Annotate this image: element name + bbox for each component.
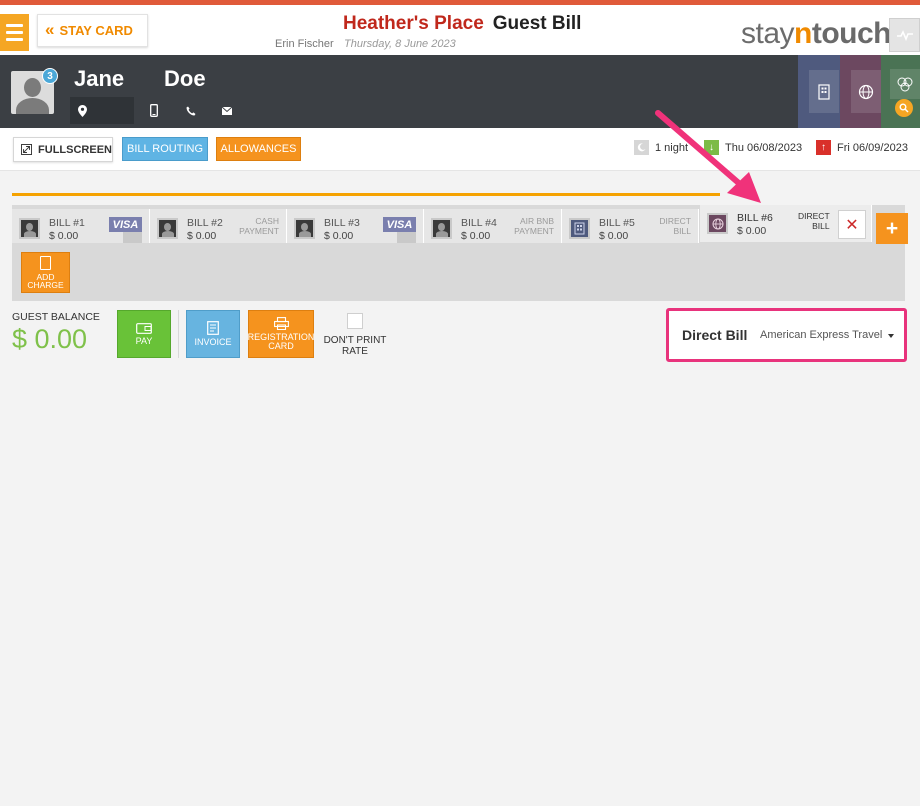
mobile-phone-icon[interactable]	[147, 104, 161, 118]
header: « STAY CARD Heather's Place Guest Bill Er…	[0, 5, 920, 55]
wallet-icon	[136, 323, 152, 334]
direct-bill-selector[interactable]: Direct Bill American Express Travel	[666, 308, 907, 362]
add-charge-button[interactable]: ADD CHARGE	[21, 252, 70, 293]
stay-card-label: STAY CARD	[59, 23, 133, 38]
arrival-info: ↓ Thu 06/08/2023	[704, 140, 802, 155]
page-title: Heather's Place Guest Bill	[343, 13, 581, 35]
globe-icon	[707, 213, 728, 234]
building-icon	[818, 83, 830, 100]
bill-tab-2[interactable]: BILL #2 $ 0.00 CASH PAYMENT	[150, 209, 287, 243]
expand-icon	[21, 144, 33, 155]
nights-info: 1 night	[634, 140, 688, 155]
guest-first-name: Jane	[74, 66, 125, 91]
payment-type: DIRECT BILL	[659, 216, 691, 236]
business-date: Thursday, 8 June 2023	[344, 38, 456, 50]
dont-print-rate-label: DON'T PRINT RATE	[323, 335, 387, 357]
direct-bill-account: American Express Travel	[760, 329, 883, 341]
side-tiles	[798, 55, 920, 128]
invoice-button[interactable]: INVOICE	[186, 310, 240, 358]
bill-tab-3[interactable]: BILL #3 $ 0.00 VISA	[287, 209, 424, 243]
direct-bill-label: Direct Bill	[682, 327, 748, 343]
nights-count: 1 night	[655, 141, 689, 154]
location-field[interactable]	[70, 97, 134, 124]
guest-count-badge: 3	[42, 68, 58, 84]
guest-last-name: Doe	[164, 66, 206, 91]
divider	[178, 310, 179, 358]
bill-toolbar: FULLSCREEN BILL ROUTING ALLOWANCES 1 nig…	[0, 128, 920, 171]
close-bill-button[interactable]: ✕	[838, 210, 866, 239]
printer-icon	[273, 317, 289, 330]
bill-tab-1[interactable]: BILL #1 $ 0.00 VISA	[12, 209, 150, 243]
departure-date: Fri 06/09/2023	[837, 141, 908, 154]
stayntouch-logo: stayntouch	[741, 17, 892, 50]
guest-avatar-icon	[431, 218, 452, 239]
guest-avatar-icon	[19, 218, 40, 239]
guest-bill-title: Guest Bill	[492, 13, 582, 34]
hotel-name: Heather's Place	[343, 13, 484, 34]
double-chevron-left-icon: «	[45, 19, 55, 39]
group-tile[interactable]	[881, 55, 920, 128]
guest-balance-label: GUEST BALANCE	[12, 311, 100, 323]
bill-tab-5[interactable]: BILL #5 $ 0.00 DIRECT BILL	[562, 209, 699, 243]
search-icon[interactable]	[895, 99, 913, 117]
bill-routing-button[interactable]: BILL ROUTING	[122, 137, 208, 161]
guest-avatar-icon	[157, 218, 178, 239]
fullscreen-button[interactable]: FULLSCREEN	[13, 137, 113, 162]
company-card-tile[interactable]	[798, 55, 840, 128]
registration-card-button[interactable]: REGISTRATION CARD	[248, 310, 314, 358]
allowances-button[interactable]: ALLOWANCES	[216, 137, 301, 161]
add-bill-button[interactable]: +	[876, 213, 908, 244]
pay-button[interactable]: PAY	[117, 310, 171, 358]
stay-card-button[interactable]: « STAY CARD	[37, 14, 148, 47]
guest-bar: 3 Jane Doe	[0, 55, 920, 128]
visa-card-icon: VISA	[109, 217, 142, 232]
calculator-icon	[40, 256, 51, 270]
hamburger-menu-icon[interactable]	[0, 14, 29, 51]
caret-down-icon	[888, 334, 894, 338]
bills-area: BILL #1 $ 0.00 VISA BILL #2 $ 0.00 CASH P…	[12, 205, 905, 301]
activity-icon[interactable]	[889, 18, 920, 52]
bill-tab-4[interactable]: BILL #4 $ 0.00 AIR BNB PAYMENT	[424, 209, 562, 243]
spacer	[0, 171, 920, 193]
group-circles-icon	[897, 77, 912, 91]
arrival-date: Thu 06/08/2023	[725, 141, 803, 154]
moon-icon	[634, 140, 649, 155]
email-icon[interactable]	[220, 104, 234, 118]
payment-type: CASH PAYMENT	[239, 216, 279, 236]
location-pin-icon	[78, 104, 87, 117]
loading-progress-bar	[12, 193, 720, 196]
arrival-arrow-icon: ↓	[704, 140, 719, 155]
payment-type: DIRECT BILL	[798, 211, 830, 231]
departure-arrow-icon: ↑	[816, 140, 831, 155]
globe-icon	[858, 84, 873, 99]
guest-balance-value: $ 0.00	[12, 324, 88, 354]
invoice-icon	[207, 321, 219, 335]
guest-avatar-icon	[294, 218, 315, 239]
building-icon	[569, 218, 590, 239]
departure-info: ↑ Fri 06/09/2023	[816, 140, 908, 155]
dont-print-rate-checkbox[interactable]	[347, 313, 363, 329]
payment-type: AIR BNB PAYMENT	[514, 216, 554, 236]
user-name: Erin Fischer	[275, 38, 334, 50]
guest-contact-icons	[70, 97, 234, 124]
travel-agent-tile[interactable]	[840, 55, 881, 128]
phone-icon[interactable]	[184, 104, 198, 118]
visa-card-icon: VISA	[383, 217, 416, 232]
